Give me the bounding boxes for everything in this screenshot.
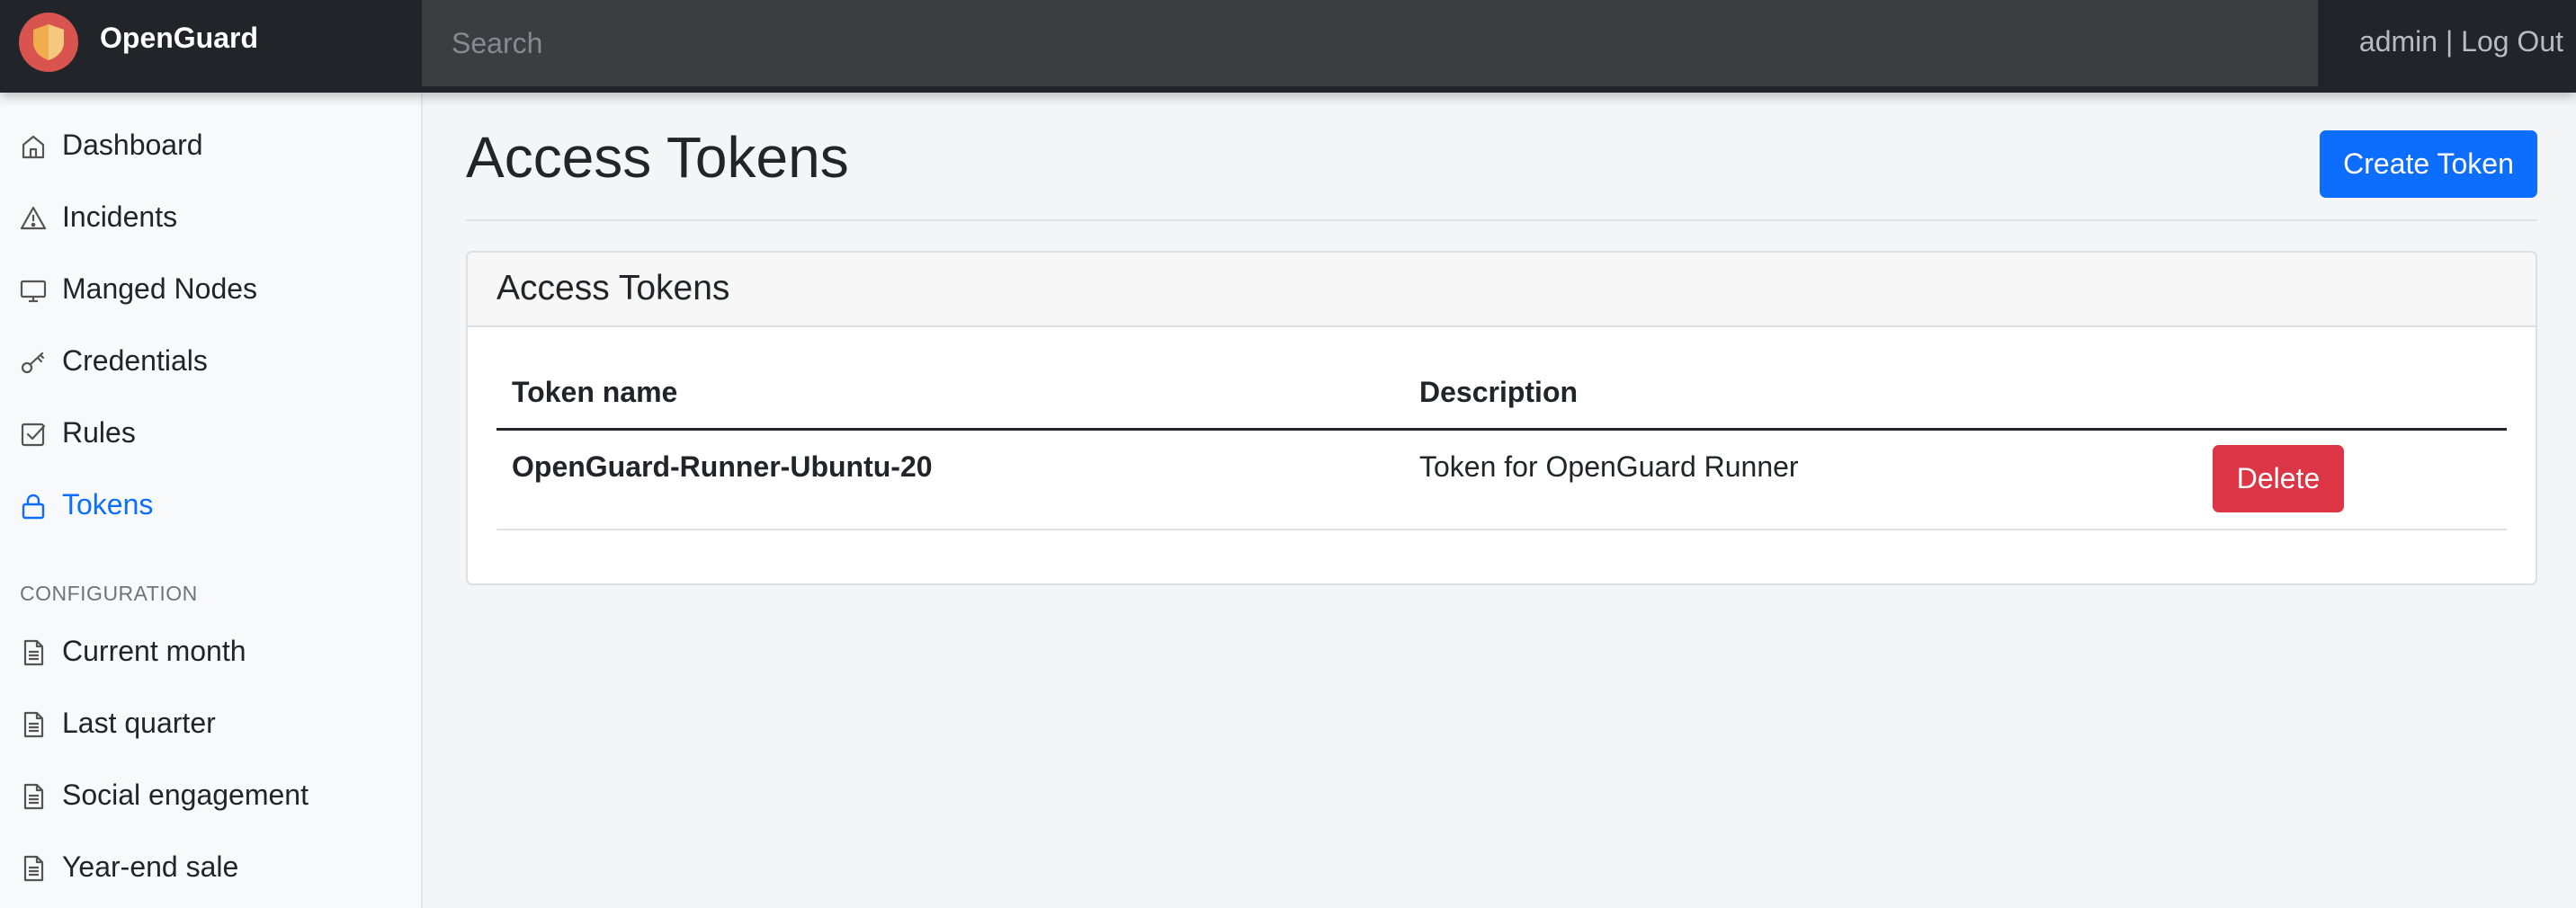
home-icon: [19, 132, 48, 161]
checkbox-icon: [19, 420, 48, 449]
sidebar-item-label: Year-end sale: [62, 850, 239, 883]
brand[interactable]: OpenGuard: [0, 0, 422, 93]
sidebar-item-managed-nodes[interactable]: Manged Nodes: [0, 260, 421, 317]
column-header-description: Description: [1419, 376, 1579, 408]
token-description-cell: Token for OpenGuard Runner: [1419, 450, 1799, 483]
sidebar-item-label: Incidents: [62, 200, 178, 233]
sidebar-item-label: Manged Nodes: [62, 272, 258, 305]
brand-name: OpenGuard: [100, 22, 259, 54]
sidebar-item-year-end-sale[interactable]: Year-end sale: [0, 838, 421, 895]
token-name-cell: OpenGuard-Runner-Ubuntu-20: [512, 450, 933, 483]
delete-token-button[interactable]: Delete: [2213, 445, 2344, 512]
user-separator: |: [2437, 25, 2462, 58]
logout-link[interactable]: Log Out: [2461, 25, 2563, 58]
sidebar-item-tokens[interactable]: Tokens: [0, 476, 421, 533]
card-title: Access Tokens: [496, 269, 730, 307]
sidebar-item-incidents[interactable]: Incidents: [0, 188, 421, 245]
sidebar-item-credentials[interactable]: Credentials: [0, 332, 421, 389]
sidebar-item-label: Tokens: [62, 488, 154, 521]
sidebar-item-label: Social engagement: [62, 779, 309, 811]
create-token-button[interactable]: Create Token: [2320, 130, 2537, 198]
document-icon: [19, 854, 48, 883]
username[interactable]: admin: [2359, 25, 2437, 58]
section-heading-configuration: CONFIGURATION: [20, 582, 198, 605]
user-menu: admin | Log Out: [2359, 25, 2563, 58]
sidebar-item-label: Credentials: [62, 344, 208, 377]
warning-icon: [19, 204, 48, 233]
sidebar-item-label: Rules: [62, 416, 136, 449]
search-input[interactable]: [422, 0, 2318, 86]
document-icon: [19, 782, 48, 811]
sidebar-item-label: Last quarter: [62, 707, 216, 739]
document-icon: [19, 638, 48, 667]
lock-icon: [19, 492, 48, 521]
document-icon: [19, 710, 48, 739]
table-row-divider: [496, 529, 2507, 530]
sidebar-item-current-month[interactable]: Current month: [0, 622, 421, 680]
sidebar-item-last-quarter[interactable]: Last quarter: [0, 694, 421, 752]
column-header-token-name: Token name: [512, 376, 678, 408]
sidebar: Dashboard Incidents Manged Nodes Credent…: [0, 93, 423, 908]
sidebar-item-rules[interactable]: Rules: [0, 404, 421, 461]
title-divider: [466, 219, 2537, 221]
sidebar-item-social-engagement[interactable]: Social engagement: [0, 766, 421, 823]
tokens-card: Access Tokens Token name Description Ope…: [466, 251, 2537, 585]
sidebar-item-label: Dashboard: [62, 129, 203, 161]
card-header: Access Tokens: [468, 253, 2536, 327]
monitor-icon: [19, 276, 48, 305]
page-title: Access Tokens: [466, 125, 849, 190]
sidebar-item-label: Current month: [62, 635, 246, 667]
shield-logo-icon: [19, 13, 78, 72]
sidebar-item-dashboard[interactable]: Dashboard: [0, 116, 421, 174]
top-navbar: OpenGuard admin | Log Out: [0, 0, 2576, 93]
key-icon: [19, 348, 48, 377]
table-header-divider: [496, 428, 2507, 431]
